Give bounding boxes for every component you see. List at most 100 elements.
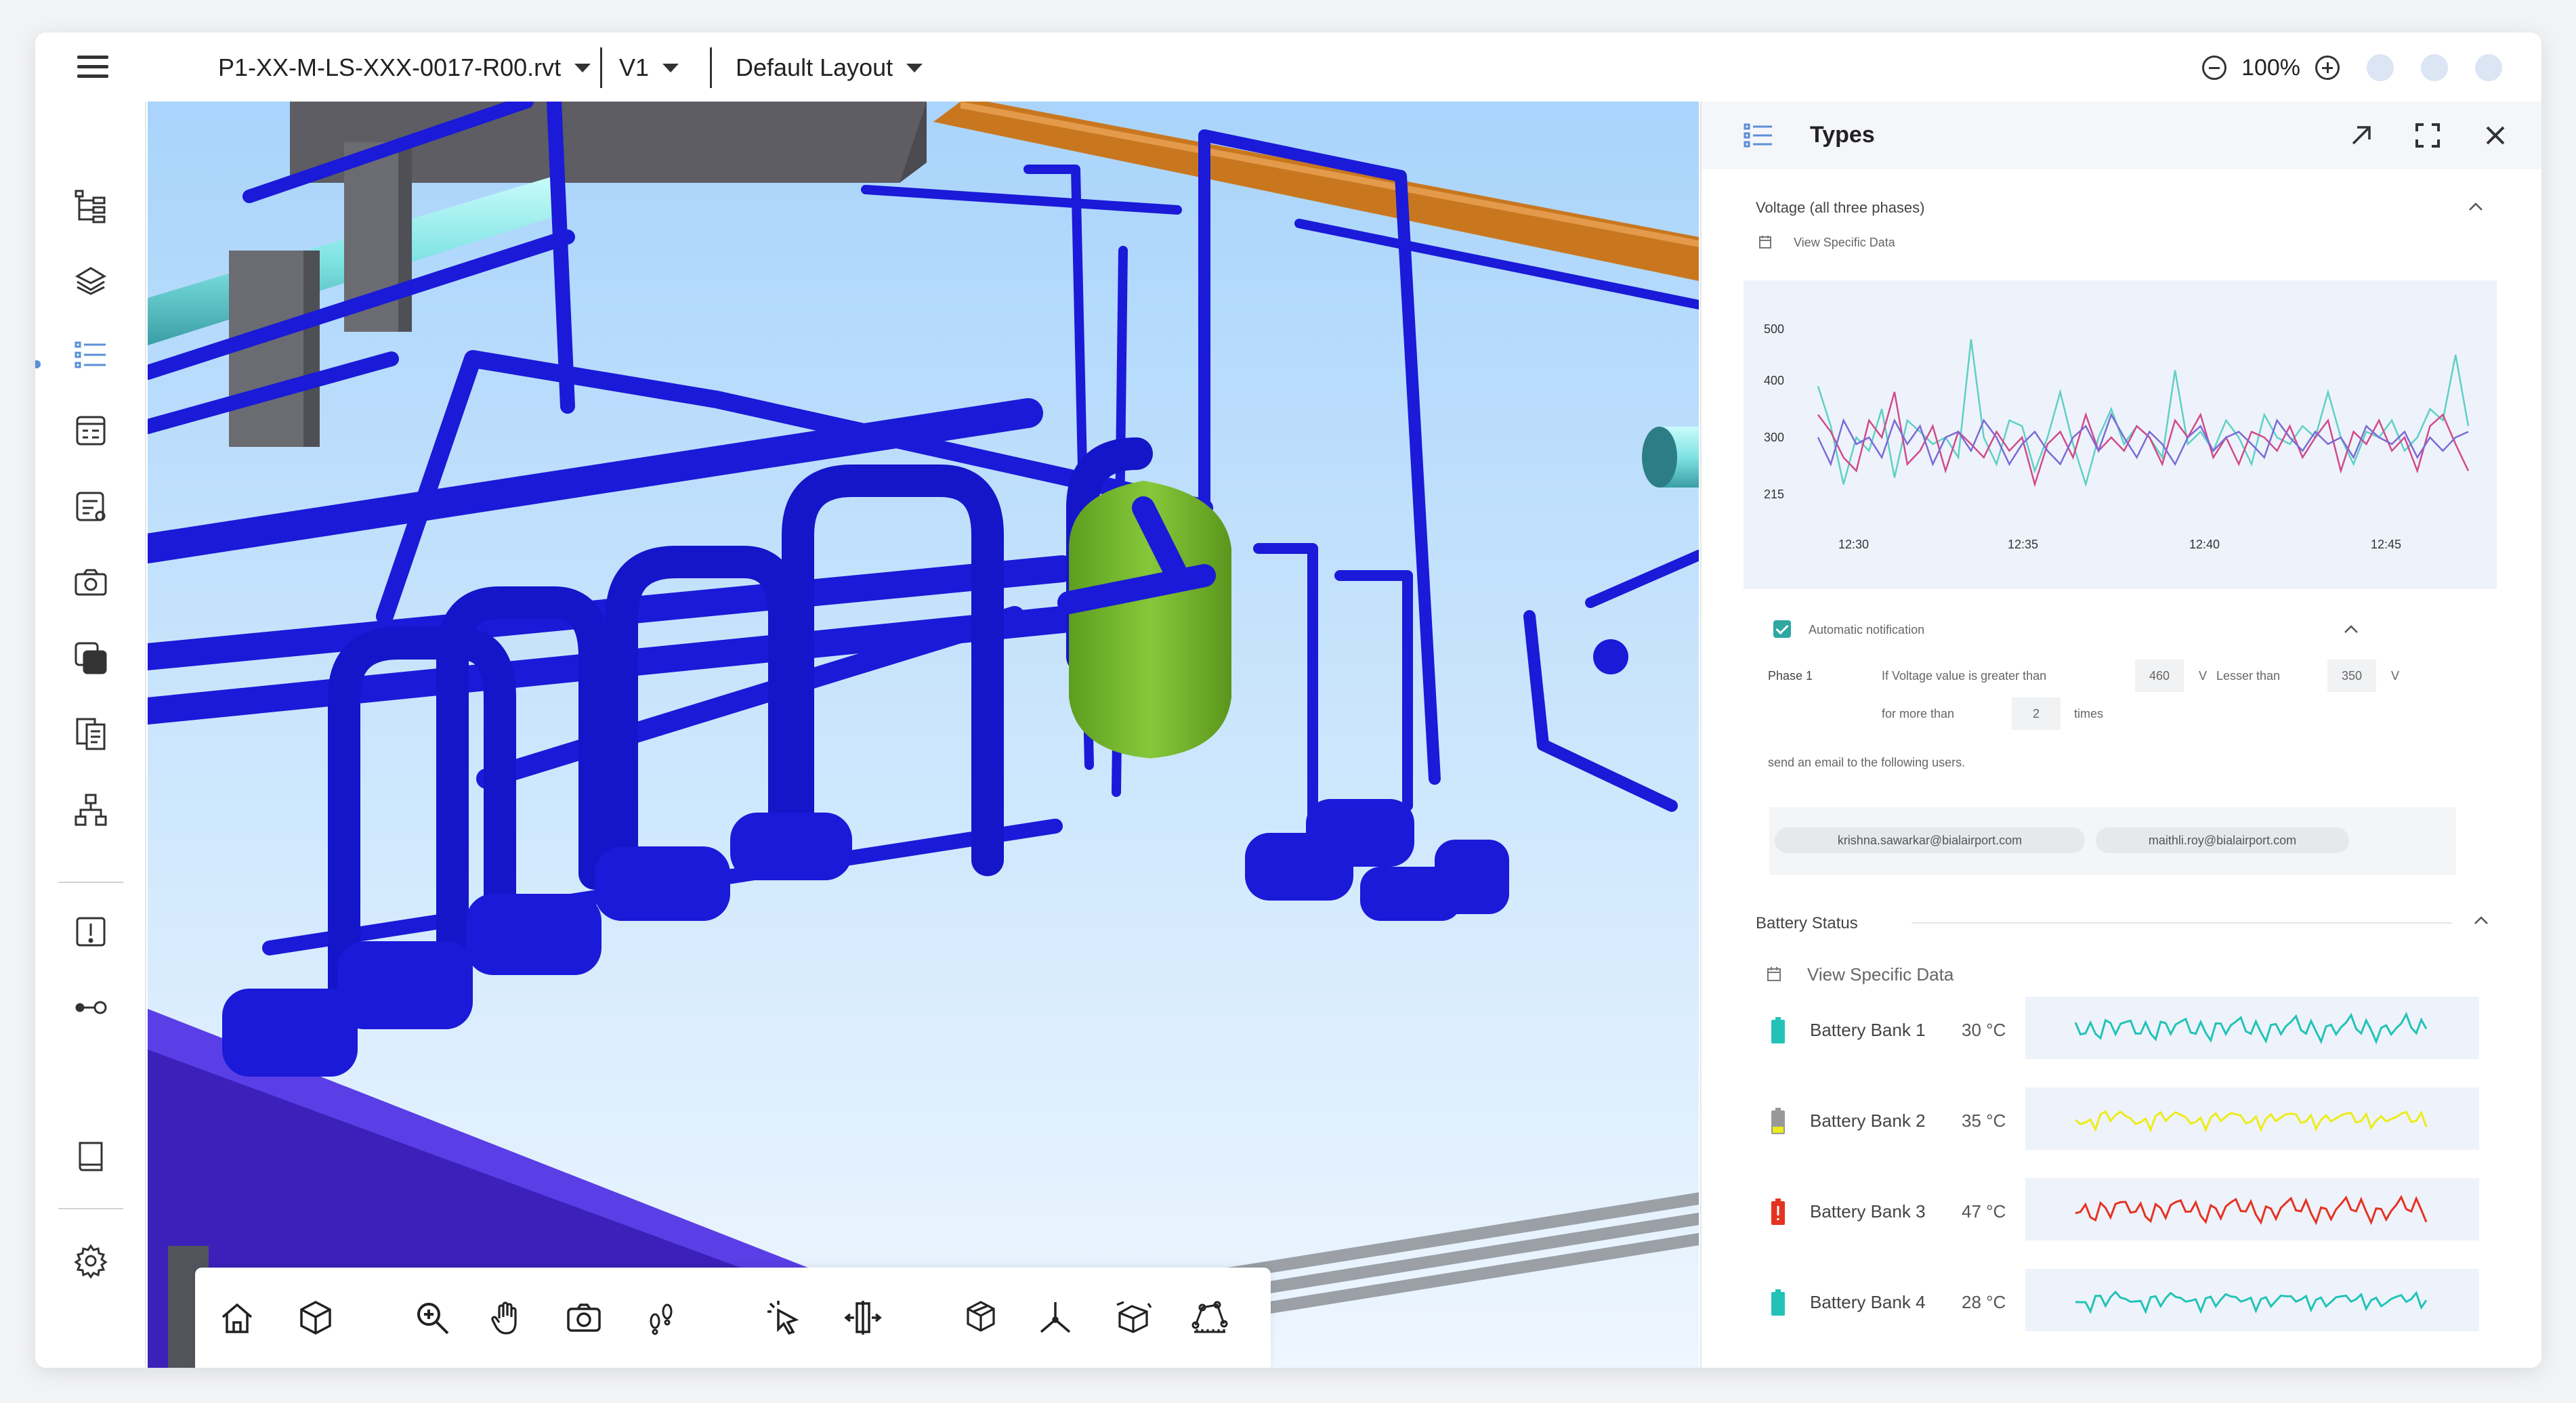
condition-lesser-label: Lesser than [2216,669,2281,683]
sidebar-divider [58,882,123,883]
book-icon[interactable] [70,1136,111,1177]
x-tick-label: 12:40 [2189,538,2220,551]
panel-header: Types [1702,102,2541,169]
x-tick-label: 12:30 [1838,538,1869,551]
camera-views-icon[interactable] [70,562,111,603]
email-chip[interactable]: maithli.roy@bialairport.com [2096,827,2349,853]
unit-v-2: V [2391,669,2400,683]
layout-selector[interactable]: Default Layout [736,47,923,88]
active-indicator [35,360,41,368]
external-link-icon[interactable] [2345,119,2378,152]
y-tick-label: 500 [1764,322,1784,336]
cube-view-icon[interactable] [293,1295,339,1341]
battery-row[interactable]: Battery Bank 3 47 °C [1702,1178,2541,1243]
layers-icon[interactable] [70,259,111,299]
close-icon[interactable] [2479,119,2512,152]
voltage-section-title: Voltage (all three phases) [1756,199,1925,216]
left-sidebar [35,102,146,1368]
collapse-notification-icon[interactable] [2342,620,2360,638]
app-window: P1-XX-M-LS-XXX-0017-R00.rvt V1 Default L… [35,33,2541,1368]
battery-view-specific-link[interactable]: View Specific Data [1807,964,1954,985]
auto-notification-label: Automatic notification [1809,623,1925,636]
condition-greater-label: If Voltage value is greater than [1882,669,2047,683]
issues-alert-icon[interactable] [70,911,111,952]
sparkline-series [2075,1290,2428,1315]
battery-sparkline [2025,1178,2479,1240]
user-avatar-1[interactable] [2367,54,2394,81]
battery-row[interactable]: Battery Bank 4 28 °C [1702,1269,2541,1334]
sections-icon[interactable] [70,638,111,678]
types-panel: Types Voltage (all three phases) View Sp… [1700,102,2541,1368]
reports-icon[interactable] [70,486,111,527]
battery-row[interactable]: Battery Bank 1 30 °C [1702,997,2541,1062]
types-list-icon[interactable] [70,334,111,375]
layout-label: Default Layout [736,53,893,81]
section-box-icon[interactable] [840,1295,886,1341]
measure-polyline-icon[interactable] [1187,1295,1233,1341]
chevron-down-icon [574,63,591,72]
auto-notification-checkbox[interactable] [1773,620,1791,638]
menu-icon[interactable] [77,56,108,79]
divider [710,47,712,88]
select-pointer-icon[interactable] [761,1295,807,1341]
battery-name: Battery Bank 3 [1810,1201,1926,1222]
axis-measure-icon[interactable] [1032,1295,1078,1341]
documents-icon[interactable] [70,714,111,754]
battery-sparkline [2025,1087,2479,1150]
voltage-series-line [1817,339,2470,488]
zoom-out-icon[interactable] [2202,56,2227,80]
greater-than-input[interactable]: 460 [2135,660,2184,692]
fullscreen-icon[interactable] [2411,119,2444,152]
user-avatar-3[interactable] [2475,54,2502,81]
zoom-search-icon[interactable] [409,1295,455,1341]
x-tick-label: 12:35 [2008,538,2038,551]
version-selector[interactable]: V1 [619,47,679,88]
zoom-in-icon[interactable] [2315,56,2340,80]
settings-gear-icon[interactable] [70,1240,111,1281]
sparkline-series [2074,1012,2428,1045]
list-icon [1742,119,1775,152]
voltage-series-line [1817,391,2470,488]
voltage-series-line [1817,412,2469,467]
battery-row[interactable]: Battery Bank 2 35 °C [1702,1087,2541,1152]
hierarchy-icon[interactable] [70,790,111,830]
chevron-down-icon [906,63,923,72]
calendar-icon [1767,967,1781,981]
x-tick-label: 12:45 [2371,538,2401,551]
voltage-view-specific-link[interactable]: View Specific Data [1794,236,1895,250]
battery-temperature: 35 °C [1962,1110,2006,1131]
collapse-battery-icon[interactable] [2472,911,2490,929]
voltage-line-chart: 500 400 300 215 12:30 12:35 12:40 12:45 [1764,322,2470,551]
email-recipients-field[interactable]: krishna.sawarkar@bialairport.com maithli… [1769,807,2456,875]
for-more-than-label: for more than [1882,707,1955,720]
zoom-controls: 100% [2202,47,2502,88]
home-icon[interactable] [214,1295,260,1341]
chevron-down-icon [662,63,679,72]
user-avatar-2[interactable] [2421,54,2448,81]
properties-icon[interactable] [70,410,111,451]
y-tick-label: 300 [1764,431,1784,444]
times-input[interactable]: 2 [2012,697,2061,730]
calendar-icon [1759,236,1771,249]
lesser-than-input[interactable]: 350 [2327,660,2376,692]
email-chip[interactable]: krishna.sawarkar@bialairport.com [1775,827,2085,853]
battery-divider [1912,922,2452,924]
model-box-icon[interactable] [1111,1295,1157,1341]
explode-model-icon[interactable] [958,1295,1004,1341]
camera-icon[interactable] [561,1295,607,1341]
file-selector[interactable]: P1-XX-M-LS-XXX-0017-R00.rvt [218,47,591,88]
times-label: times [2074,707,2104,720]
send-email-label: send an email to the following users. [1768,756,1966,769]
model-viewport[interactable] [148,102,1699,1368]
walk-footsteps-icon[interactable] [638,1295,684,1341]
model-tree-icon[interactable] [70,186,111,226]
sparkline-series [2075,1110,2428,1133]
3d-model-scene[interactable] [148,102,1699,1368]
divider [600,47,602,88]
collapse-voltage-icon[interactable] [2467,198,2485,215]
connection-icon[interactable] [70,987,111,1028]
panel-title: Types [1810,122,1875,148]
battery-icon [1771,1108,1785,1134]
pan-hand-icon[interactable] [484,1295,530,1341]
voltage-chart: 500 400 300 215 12:30 12:35 12:40 12:45 [1744,280,2497,589]
